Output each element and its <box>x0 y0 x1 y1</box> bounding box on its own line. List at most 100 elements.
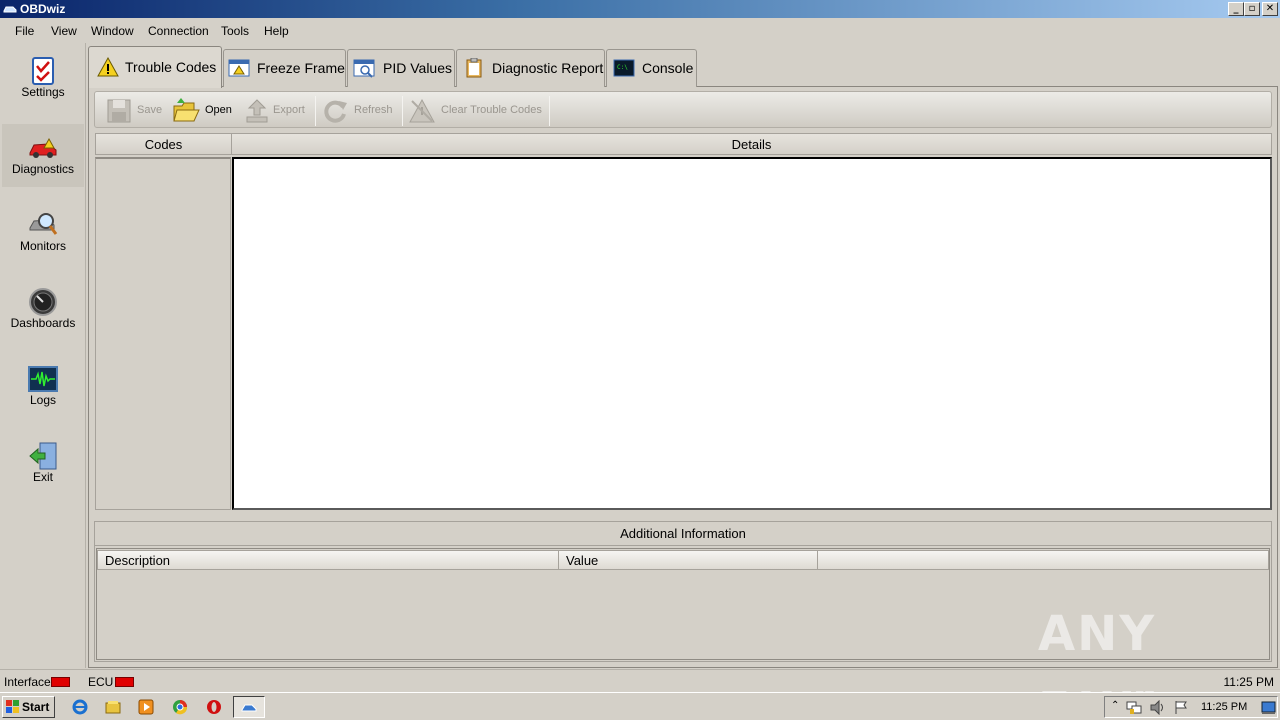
menu-help[interactable]: Help <box>264 24 289 38</box>
toolbar: Save Open Export Refresh Clear Trouble C… <box>94 91 1272 128</box>
action-center-flag-icon[interactable] <box>1173 700 1189 715</box>
refresh-button[interactable]: Refresh <box>319 92 399 129</box>
chrome-icon[interactable] <box>172 699 188 715</box>
description-column-header[interactable]: Description <box>97 550 559 570</box>
toolbar-separator <box>549 96 550 126</box>
menu-file[interactable]: File <box>15 24 34 38</box>
pid-values-icon <box>353 59 375 78</box>
sidebar-label-monitors: Monitors <box>19 239 66 253</box>
ecu-status-label: ECU <box>88 675 114 689</box>
clear-trouble-codes-button[interactable]: Clear Trouble Codes <box>406 92 546 129</box>
sidebar-item-dashboards[interactable]: Dashboards <box>2 278 84 341</box>
status-bar: Interface ECU 11:25 PM <box>0 669 1280 691</box>
clipboard-icon <box>466 58 482 78</box>
media-player-icon[interactable] <box>138 699 154 715</box>
details-pane[interactable] <box>232 157 1272 510</box>
start-label: Start <box>22 700 50 714</box>
details-column-header[interactable]: Details <box>231 133 1272 155</box>
start-button[interactable]: Start <box>2 696 55 718</box>
car-icon <box>29 137 57 158</box>
open-folder-icon <box>173 98 200 122</box>
watermark-logo: ANY RUN <box>1038 606 1158 718</box>
car-app-icon <box>241 704 257 712</box>
interface-status-indicator <box>51 677 70 687</box>
monitor-magnifier-icon <box>29 213 58 235</box>
ecu-status-indicator <box>115 677 134 687</box>
sidebar-item-settings[interactable]: Settings <box>2 47 84 110</box>
warning-icon <box>97 57 119 77</box>
menu-connection[interactable]: Connection <box>148 24 209 38</box>
minimize-button[interactable]: _ <box>1228 2 1244 16</box>
toolbar-separator <box>315 96 316 126</box>
toolbar-separator <box>402 96 403 126</box>
empty-column-header <box>817 550 1269 570</box>
sidebar: Settings Diagnostics Monitors Dashboards… <box>0 43 86 668</box>
save-label: Save <box>137 104 163 116</box>
tab-trouble-codes[interactable]: Trouble Codes <box>88 46 222 88</box>
export-button[interactable]: Export <box>241 92 309 129</box>
tab-freeze-frame[interactable]: Freeze Frame <box>223 49 346 87</box>
window-title: OBDwiz <box>20 2 66 16</box>
menu-bar: File View Window Connection Tools Help <box>0 18 1280 43</box>
export-label: Export <box>273 104 305 116</box>
internet-explorer-icon[interactable] <box>72 699 88 715</box>
settings-icon <box>32 57 54 85</box>
taskbar-obdwiz-button[interactable] <box>233 696 265 718</box>
sidebar-label-dashboards: Dashboards <box>10 316 76 330</box>
tab-pid-values[interactable]: PID Values <box>347 49 455 87</box>
sidebar-item-exit[interactable]: Exit <box>2 432 84 495</box>
close-button[interactable]: ✕ <box>1262 2 1278 16</box>
refresh-icon <box>324 100 347 123</box>
save-button[interactable]: Save <box>103 92 165 129</box>
menu-view[interactable]: View <box>51 24 77 38</box>
tab-label-pid-values: PID Values <box>383 60 452 76</box>
sidebar-label-diagnostics: Diagnostics <box>11 162 75 176</box>
sidebar-item-diagnostics[interactable]: Diagnostics <box>2 124 84 187</box>
export-icon <box>246 99 268 123</box>
open-label: Open <box>205 104 232 116</box>
sidebar-item-monitors[interactable]: Monitors <box>2 201 84 264</box>
menu-tools[interactable]: Tools <box>221 24 249 38</box>
tab-label-diagnostic-report: Diagnostic Report <box>492 60 604 76</box>
value-column-header[interactable]: Value <box>558 550 818 570</box>
sidebar-item-logs[interactable]: Logs <box>2 355 84 418</box>
windows-logo-icon <box>6 700 19 713</box>
open-button[interactable]: Open <box>170 92 234 129</box>
gauge-icon <box>29 288 57 316</box>
tab-label-freeze-frame: Freeze Frame <box>257 60 345 76</box>
freeze-frame-icon <box>228 59 250 77</box>
clear-warning-icon <box>409 98 435 123</box>
tab-console[interactable]: C:\ Console <box>606 49 697 87</box>
interface-status-label: Interface <box>4 675 51 689</box>
clear-trouble-codes-label: Clear Trouble Codes <box>441 104 542 116</box>
network-icon[interactable] <box>1126 700 1142 715</box>
volume-icon[interactable] <box>1150 700 1166 715</box>
codes-list[interactable] <box>95 157 231 510</box>
tab-label-trouble-codes: Trouble Codes <box>125 59 217 75</box>
show-desktop-icon[interactable] <box>1261 700 1276 715</box>
floppy-disk-icon <box>107 99 131 123</box>
menu-window[interactable]: Window <box>91 24 134 38</box>
waveform-icon <box>28 366 58 392</box>
tray-expand-icon[interactable]: ⌃ <box>1111 700 1119 711</box>
taskbar-clock[interactable]: 11:25 PM <box>1201 701 1247 713</box>
sidebar-label-settings: Settings <box>21 85 65 99</box>
tab-label-console: Console <box>642 60 694 76</box>
opera-icon[interactable] <box>206 699 222 715</box>
file-explorer-icon[interactable] <box>105 699 121 715</box>
car-app-icon <box>3 6 17 13</box>
svg-text:C:\: C:\ <box>617 64 628 71</box>
sidebar-label-logs: Logs <box>29 393 57 407</box>
additional-information-title: Additional Information <box>95 522 1271 546</box>
tab-diagnostic-report[interactable]: Diagnostic Report <box>456 49 605 87</box>
system-tray: ⌃ 11:25 PM <box>1104 696 1278 718</box>
refresh-label: Refresh <box>354 104 393 116</box>
sidebar-label-exit: Exit <box>32 470 53 484</box>
title-bar: OBDwiz _ ▫ ✕ <box>0 0 1280 18</box>
status-time: 11:25 PM <box>1223 675 1274 689</box>
taskbar: Start ⌃ 11:25 PM <box>0 692 1280 720</box>
codes-column-header[interactable]: Codes <box>95 133 232 155</box>
exit-door-icon <box>29 442 57 470</box>
restore-button[interactable]: ▫ <box>1244 2 1260 16</box>
console-icon: C:\ <box>613 59 635 77</box>
